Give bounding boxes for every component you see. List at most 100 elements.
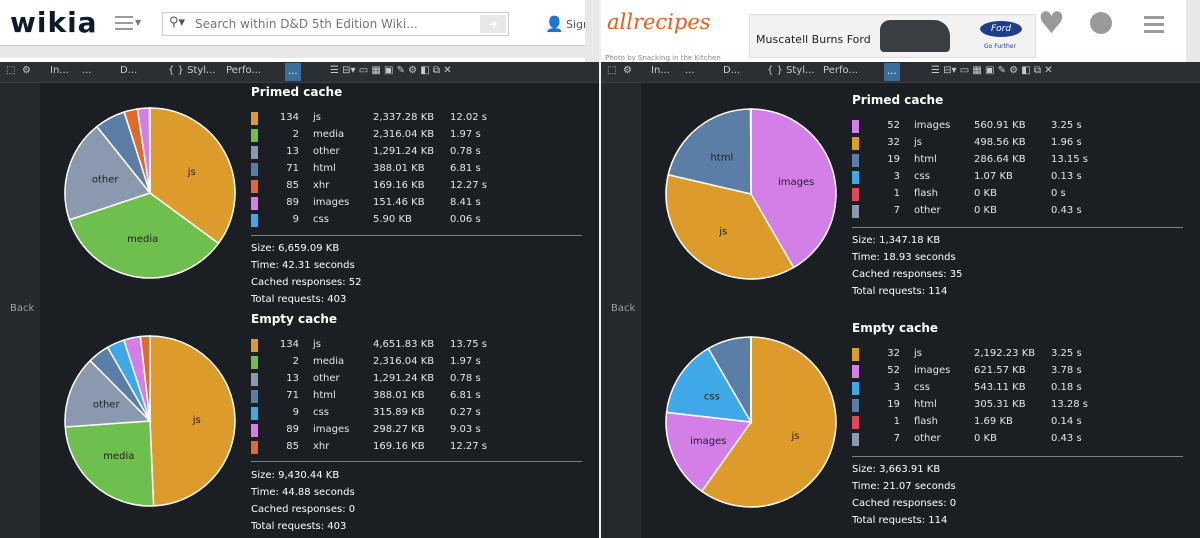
- tab-inspector[interactable]: In...: [651, 65, 670, 76]
- right-pane: allrecipes Muscatell Burns Ford Ford Go …: [601, 0, 1200, 538]
- toolbar-icons[interactable]: ☰ ⊟▾ ▭ ▦ ▣ ✎ ⚙ ◧ ⧉ ✕: [931, 65, 1053, 76]
- cell-count: 71: [286, 163, 299, 174]
- back-button[interactable]: Back: [601, 83, 641, 538]
- tab-inspector[interactable]: In...: [50, 65, 69, 76]
- search-input[interactable]: [193, 16, 477, 32]
- tab-network[interactable]: ...: [285, 63, 301, 81]
- legend-swatch: [852, 433, 859, 446]
- cell-size: 298.27 KB: [373, 424, 425, 435]
- horizontal-scrollbar[interactable]: [0, 45, 585, 58]
- cell-size: 286.64 KB: [974, 154, 1026, 165]
- heart-icon[interactable]: ♥: [1038, 6, 1065, 41]
- network-stats: images js html js images css Primed cache 52…: [641, 83, 1200, 538]
- cell-size: 2,192.23 KB: [974, 348, 1036, 359]
- tab-network[interactable]: ...: [884, 63, 900, 81]
- cell-name: other: [914, 205, 941, 216]
- cell-time: 0.43 s: [1051, 433, 1082, 444]
- ad-banner[interactable]: Muscatell Burns Ford Ford Go Further: [749, 14, 1036, 58]
- table-row: 2 media 2,316.04 KB 1.97 s: [251, 355, 581, 369]
- tab-performance[interactable]: Perfo...: [823, 65, 858, 76]
- cell-name: images: [313, 197, 350, 208]
- cell-name: media: [313, 356, 345, 367]
- summary-line: Cached responses: 0: [251, 504, 356, 515]
- primed-cache-title: Primed cache: [251, 85, 343, 99]
- back-button[interactable]: Back: [0, 83, 40, 538]
- cell-name: images: [313, 424, 350, 435]
- cell-time: 12.27 s: [450, 441, 488, 452]
- pie-label: media: [103, 451, 134, 462]
- hamburger-icon[interactable]: [115, 16, 133, 30]
- cell-time: 12.27 s: [450, 180, 488, 191]
- pie-label: media: [127, 234, 158, 245]
- legend-swatch: [852, 365, 859, 378]
- cell-name: css: [914, 382, 930, 393]
- tab-debugger[interactable]: D...: [120, 65, 137, 76]
- legend-swatch: [852, 382, 859, 395]
- wikia-logo[interactable]: wikia: [10, 6, 98, 39]
- tab-style-editor[interactable]: { } Styl...: [767, 65, 815, 76]
- cell-time: 8.41 s: [450, 197, 481, 208]
- summary-line: Total requests: 114: [852, 515, 948, 526]
- cell-name: html: [313, 390, 336, 401]
- allrecipes-logo[interactable]: allrecipes: [607, 10, 711, 34]
- summary-line: Total requests: 114: [852, 286, 948, 297]
- table-row: 52 images 621.57 KB 3.78 s: [852, 364, 1182, 378]
- toolbar-icons[interactable]: ☰ ⊟▾ ▭ ▦ ▣ ✎ ⚙ ◧ ⧉ ✕: [330, 65, 452, 76]
- brand-tagline: Go Further: [984, 43, 1016, 50]
- cell-name: flash: [914, 188, 938, 199]
- hamburger-icon[interactable]: [1144, 16, 1164, 33]
- summary-line: Time: 18.93 seconds: [852, 252, 956, 263]
- cell-time: 0.43 s: [1051, 205, 1082, 216]
- cell-count: 19: [887, 154, 900, 165]
- pie-label: images: [778, 177, 814, 188]
- tab-debugger[interactable]: D...: [723, 65, 740, 76]
- summary-line: Cached responses: 35: [852, 269, 963, 280]
- cell-name: css: [914, 171, 930, 182]
- table-row: 19 html 305.31 KB 13.28 s: [852, 398, 1182, 412]
- cell-name: xhr: [313, 441, 330, 452]
- table-row: 85 xhr 169.16 KB 12.27 s: [251, 179, 581, 193]
- gear-icon[interactable]: ⚙: [623, 65, 632, 76]
- summary-line: Time: 44.88 seconds: [251, 487, 355, 498]
- cell-size: 5.90 KB: [373, 214, 412, 225]
- ford-logo: Ford: [980, 21, 1022, 37]
- table-row: 52 images 560.91 KB 3.25 s: [852, 119, 1182, 133]
- cell-time: 6.81 s: [450, 163, 481, 174]
- scrollbar[interactable]: [585, 0, 599, 62]
- cell-size: 0 KB: [974, 433, 997, 444]
- legend-swatch: [852, 399, 859, 412]
- summary-line: Time: 21.07 seconds: [852, 481, 956, 492]
- cell-name: js: [313, 339, 321, 350]
- primed-cache-pie: images js html: [665, 108, 837, 280]
- chevron-down-icon[interactable]: ▼: [135, 18, 141, 27]
- table-row: 134 js 2,337.28 KB 12.02 s: [251, 111, 581, 125]
- cell-time: 9.03 s: [450, 424, 481, 435]
- inspect-icon[interactable]: ⬚: [6, 65, 15, 76]
- inspect-icon[interactable]: ⬚: [607, 65, 616, 76]
- cell-name: xhr: [313, 180, 330, 191]
- tab-console[interactable]: ...: [685, 65, 695, 76]
- summary-line: Size: 1,347.18 KB: [852, 235, 941, 246]
- pie-label: images: [690, 436, 726, 447]
- tab-console[interactable]: ...: [82, 65, 92, 76]
- summary-line: Size: 3,663.91 KB: [852, 464, 941, 475]
- cell-count: 7: [893, 205, 900, 216]
- table-row: 9 css 5.90 KB 0.06 s: [251, 213, 581, 227]
- user-icon[interactable]: 👤: [545, 15, 564, 33]
- cell-count: 2: [292, 129, 299, 140]
- table-row: 13 other 1,291.24 KB 0.78 s: [251, 372, 581, 386]
- tab-style-editor[interactable]: { } Styl...: [168, 65, 216, 76]
- cell-size: 169.16 KB: [373, 441, 425, 452]
- legend-swatch: [251, 214, 258, 227]
- search-submit-button[interactable]: ➜: [480, 15, 506, 33]
- cell-size: 560.91 KB: [974, 120, 1026, 131]
- scrollbar[interactable]: [1186, 0, 1200, 62]
- tab-performance[interactable]: Perfo...: [226, 65, 261, 76]
- legend-swatch: [852, 137, 859, 150]
- table-row: 19 html 286.64 KB 13.15 s: [852, 153, 1182, 167]
- gear-icon[interactable]: ⚙: [22, 65, 31, 76]
- user-icon[interactable]: [1090, 12, 1112, 34]
- pie-label: js: [718, 227, 727, 238]
- devtools-toolbar: ⬚ ⚙ In... ... D... { } Styl... Perfo... …: [0, 62, 599, 83]
- search-box[interactable]: ⚲▾ ➜: [162, 12, 509, 36]
